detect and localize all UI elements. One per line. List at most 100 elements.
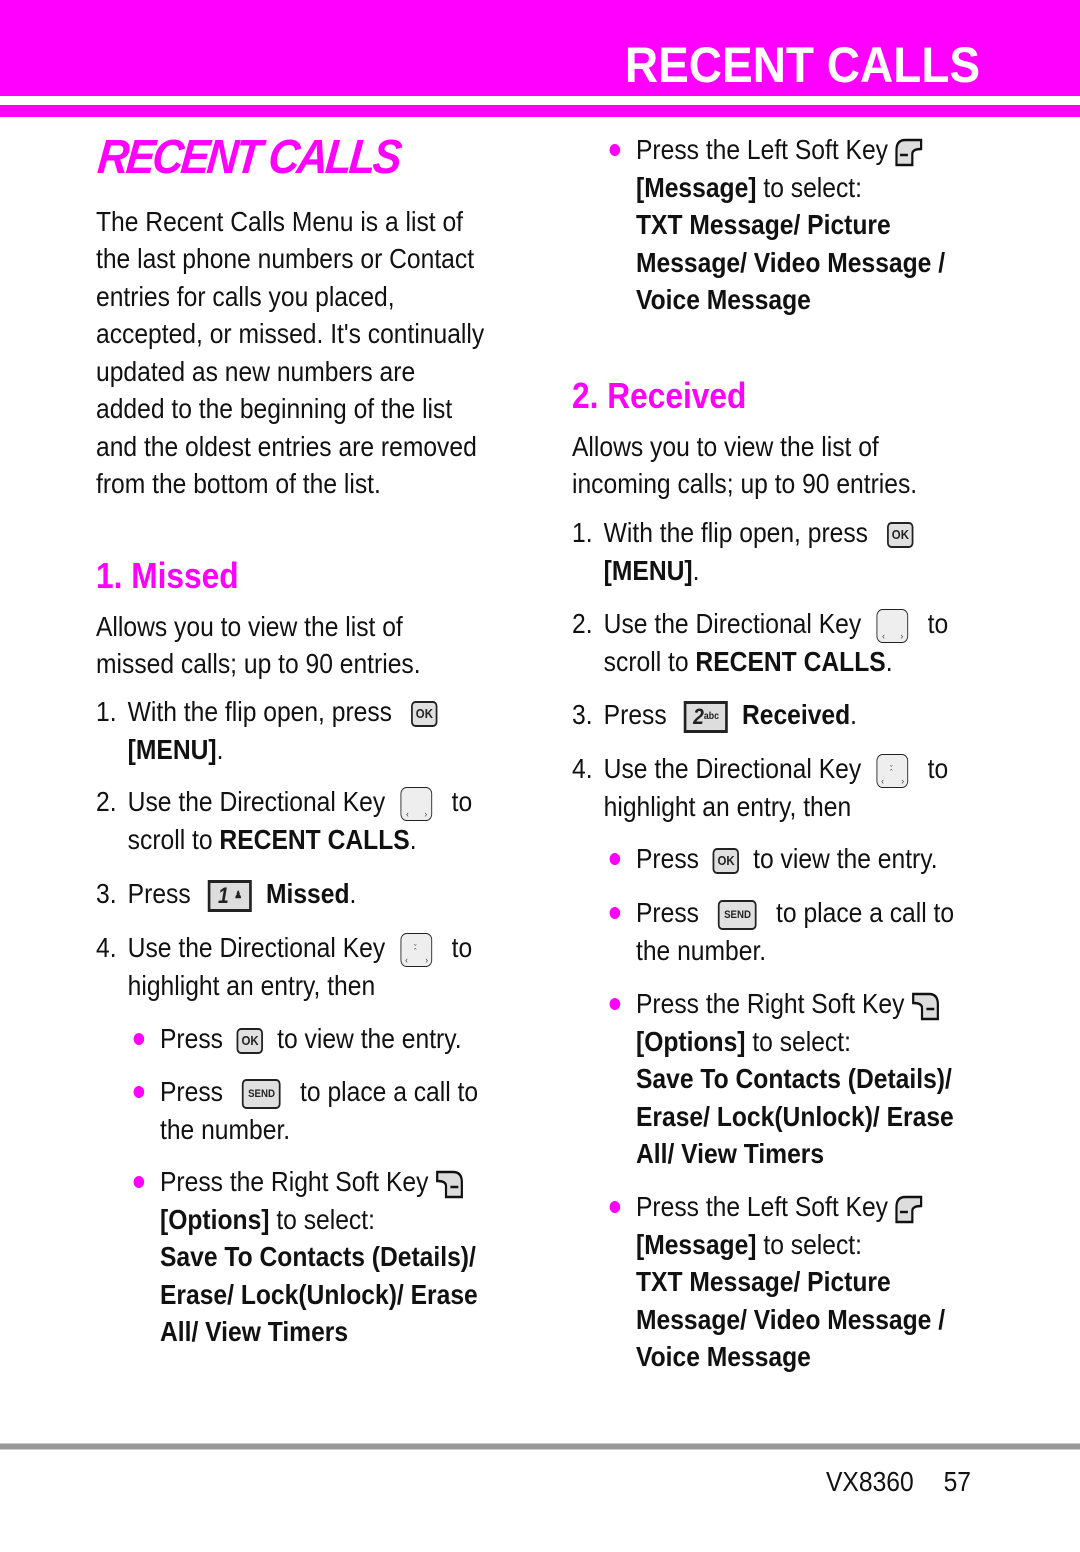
options-list: All/ View Timers bbox=[160, 1316, 349, 1347]
header-stripe bbox=[0, 105, 1080, 117]
period: . bbox=[216, 733, 224, 765]
step-text: With the flip open, press bbox=[127, 696, 393, 727]
missed-label: Missed bbox=[265, 878, 350, 909]
bullet-text: to select: bbox=[756, 1228, 862, 1260]
bullet-text: Press the Left Soft Key bbox=[636, 1191, 889, 1222]
received-bullet-options: Press the Right Soft Key [Options] to se… bbox=[609, 985, 954, 1173]
recent-calls-label: RECENT CALLS bbox=[219, 823, 410, 855]
header-band: RECENT CALLS bbox=[0, 0, 1080, 96]
bullet-text: Press bbox=[636, 897, 699, 928]
bullet-text: Press the Right Soft Key bbox=[636, 988, 905, 1019]
missed-step-3: 3. Press 1 ♟ Missed. bbox=[96, 875, 356, 913]
received-bullet-message: Press the Left Soft Key [Message] to sel… bbox=[609, 1188, 945, 1376]
step-number: 3. bbox=[96, 878, 117, 909]
received-step-1: 1. With the flip open, press OK [MENU]. bbox=[572, 514, 914, 589]
bullet-text: to place a call to bbox=[776, 897, 955, 928]
recent-calls-label: RECENT CALLS bbox=[695, 645, 886, 677]
message-list: TXT Message/ Picture bbox=[636, 209, 891, 240]
bullet-text: Press bbox=[160, 1023, 223, 1054]
message-list: TXT Message/ Picture bbox=[636, 1266, 891, 1297]
directional-key-lr-icon: ‹ › bbox=[876, 608, 909, 643]
send-key-icon: SEND bbox=[718, 899, 757, 930]
step-number: 2. bbox=[572, 608, 593, 639]
bullet-dot bbox=[609, 998, 621, 1010]
intro-line: and the oldest entries are removed bbox=[96, 431, 477, 462]
ok-key-icon: OK bbox=[411, 700, 438, 727]
options-list: Erase/ Lock(Unlock)/ Erase bbox=[636, 1100, 954, 1132]
step-text: Press bbox=[127, 878, 191, 909]
bullet-dot bbox=[133, 1086, 145, 1098]
received-step-3: 3. Press 2abc Received. bbox=[572, 696, 857, 734]
missed-step-4: 4. Use the Directional Key ˆ ‹ › ˇ to highli… bbox=[96, 929, 472, 1004]
key-digit: 1 bbox=[218, 882, 229, 908]
step-number: 4. bbox=[572, 753, 593, 784]
intro-line: updated as new numbers are bbox=[96, 356, 416, 387]
received-desc-line: Allows you to view the list of bbox=[572, 431, 879, 462]
step-number: 3. bbox=[572, 699, 593, 730]
step-number: 1. bbox=[572, 517, 593, 548]
key-2-abc-icon: 2abc bbox=[684, 700, 729, 733]
section-title-received: 2. Received bbox=[572, 375, 747, 416]
missed-bullet-view: Press OK to view the entry. bbox=[133, 1020, 462, 1058]
step-text: Use the Directional Key bbox=[127, 932, 386, 963]
missed-bullet-options: Press the Right Soft Key [Options] to se… bbox=[133, 1163, 478, 1351]
right-soft-key-icon bbox=[435, 1170, 463, 1198]
directional-key-4way-icon: ˆ ‹ › ˇ bbox=[876, 753, 909, 788]
bullet-text: Press bbox=[636, 843, 699, 874]
period: . bbox=[885, 645, 893, 677]
step-number: 2. bbox=[96, 786, 117, 817]
bullet-dot bbox=[609, 1201, 621, 1213]
bullet-text: to select: bbox=[745, 1025, 851, 1057]
step-to: to bbox=[451, 932, 473, 963]
options-list: Save To Contacts (Details)/ bbox=[636, 1063, 952, 1094]
received-bullet-view: Press OK to view the entry. bbox=[609, 840, 938, 878]
send-key-icon: SEND bbox=[242, 1078, 281, 1109]
message-label: [Message] bbox=[636, 1228, 757, 1260]
period: . bbox=[692, 554, 700, 586]
options-list: All/ View Timers bbox=[636, 1138, 825, 1169]
bullet-dot bbox=[609, 853, 621, 865]
period: . bbox=[349, 878, 357, 909]
key-1-voicemail-icon: 1 ♟ bbox=[208, 879, 253, 912]
bullet-dot bbox=[609, 144, 621, 156]
options-label: [Options] bbox=[636, 1025, 746, 1057]
options-label: [Options] bbox=[160, 1203, 270, 1235]
message-list: Voice Message bbox=[636, 1341, 811, 1372]
received-step-4: 4. Use the Directional Key ˆ ‹ › ˇ to highli… bbox=[572, 750, 948, 825]
page-number: 57 bbox=[943, 1466, 972, 1497]
bullet-text: the number. bbox=[636, 934, 767, 966]
menu-label: [MENU] bbox=[603, 554, 693, 586]
intro-line: added to the beginning of the list bbox=[96, 393, 453, 424]
step-text: Use the Directional Key bbox=[603, 608, 862, 639]
directional-key-4way-icon: ˆ ‹ › ˇ bbox=[400, 932, 433, 967]
missed-step-1: 1. With the flip open, press OK [MENU]. bbox=[96, 693, 438, 768]
missed-bullet-call: Press SEND to place a call to the number… bbox=[133, 1073, 478, 1148]
ok-key-icon: OK bbox=[236, 1027, 264, 1054]
period: . bbox=[409, 823, 417, 855]
left-soft-key-icon bbox=[895, 138, 923, 166]
ok-key-icon: OK bbox=[712, 847, 740, 874]
missed-step-2: 2. Use the Directional Key ‹ › to scroll t… bbox=[96, 783, 472, 858]
right-soft-key-icon bbox=[911, 992, 939, 1020]
bullet-text: to view the entry. bbox=[753, 843, 938, 874]
step-text: With the flip open, press bbox=[603, 517, 869, 548]
received-label: Received bbox=[741, 699, 851, 730]
step-number: 4. bbox=[96, 932, 117, 963]
menu-label: [MENU] bbox=[127, 733, 217, 765]
bullet-text: the number. bbox=[160, 1113, 291, 1145]
intro-line: entries for calls you placed, bbox=[96, 281, 395, 312]
step-text: highlight an entry, then bbox=[603, 790, 852, 822]
intro-line: The Recent Calls Menu is a list of bbox=[96, 206, 464, 237]
message-list: Message/ Video Message / bbox=[636, 246, 946, 278]
footer-rule bbox=[0, 1443, 1080, 1450]
bullet-text: Press the Right Soft Key bbox=[160, 1166, 429, 1197]
received-step-2: 2. Use the Directional Key ‹ › to scroll t… bbox=[572, 605, 948, 680]
step-text: Use the Directional Key bbox=[127, 786, 386, 817]
page-title: RECENT CALLS bbox=[95, 131, 402, 184]
message-label: [Message] bbox=[636, 171, 757, 203]
received-bullet-call: Press SEND to place a call to the number… bbox=[609, 894, 955, 969]
ok-key-icon: OK bbox=[887, 521, 914, 548]
bullet-text: Press the Left Soft Key bbox=[636, 134, 889, 165]
key-digit: 2 bbox=[693, 703, 704, 729]
bullet-text: Press bbox=[160, 1076, 223, 1107]
